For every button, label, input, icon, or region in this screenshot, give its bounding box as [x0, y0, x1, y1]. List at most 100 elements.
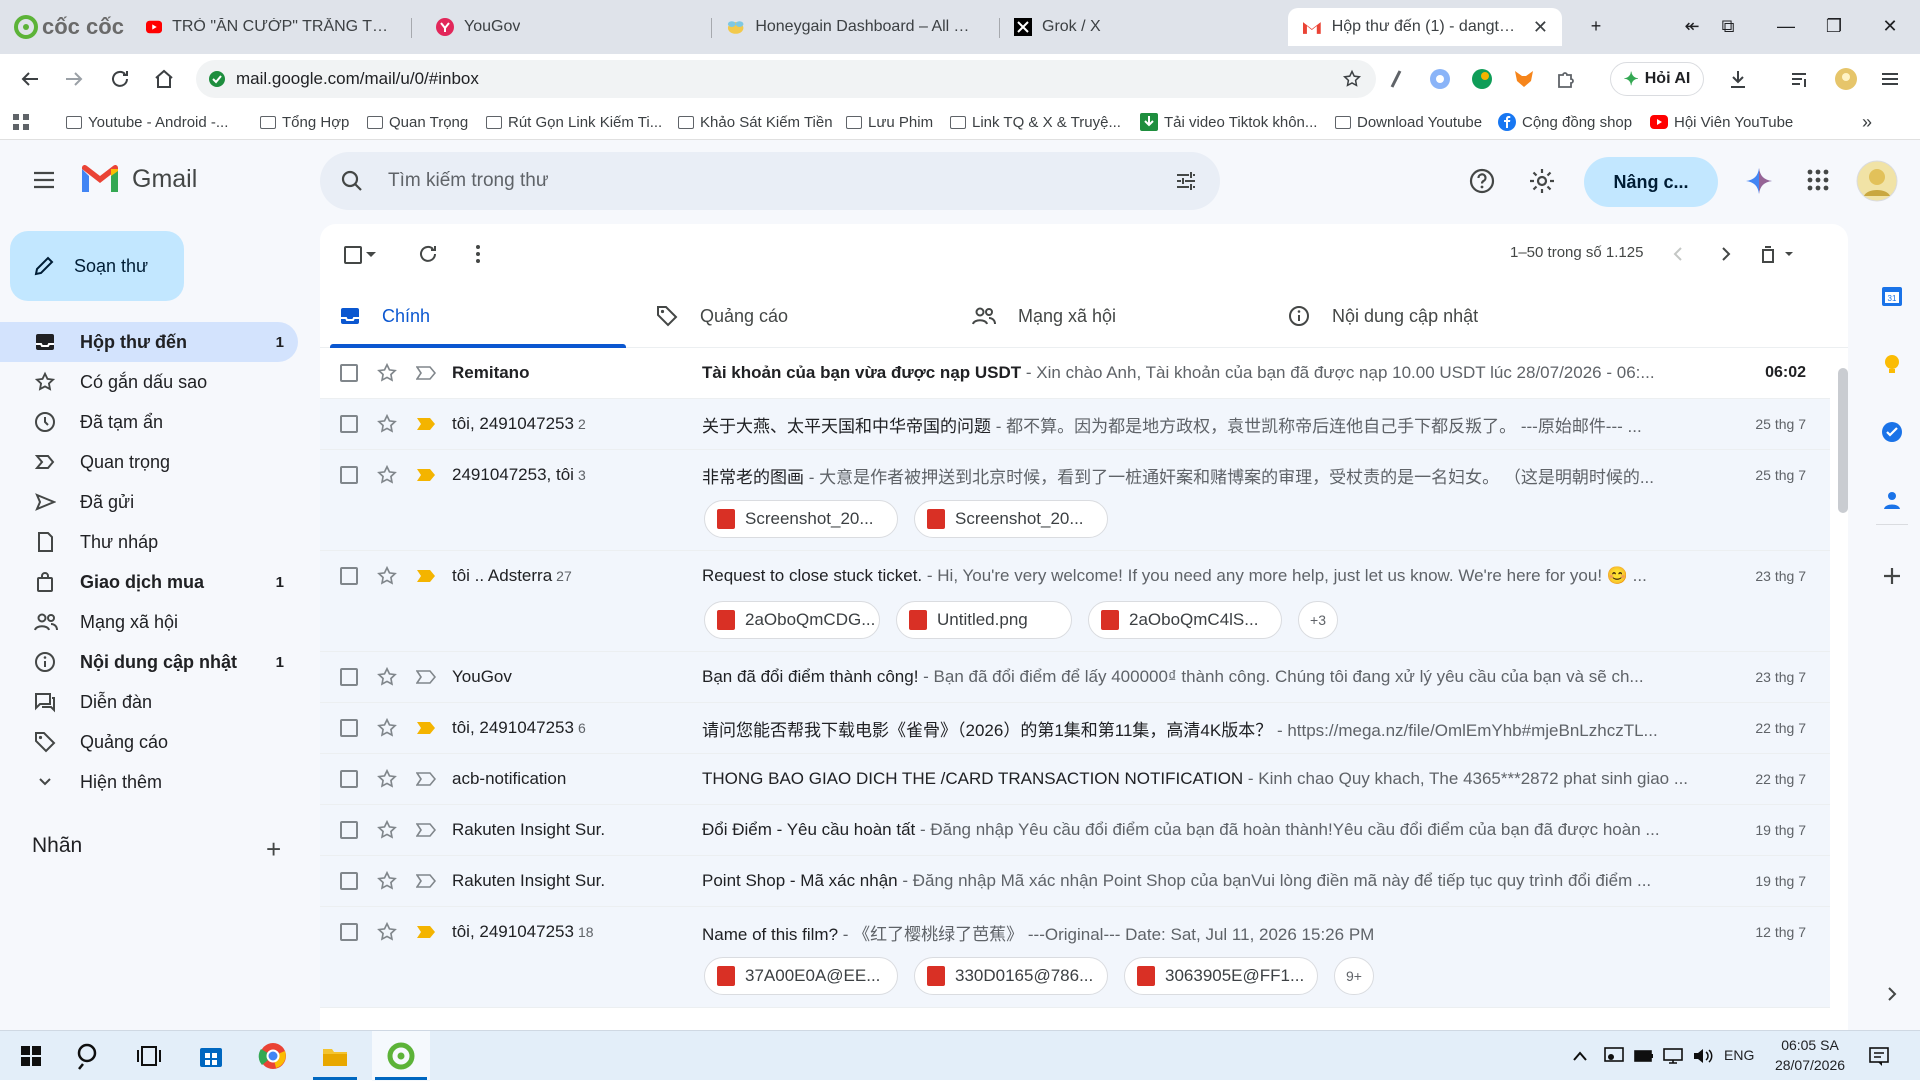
search-options-icon[interactable]	[1174, 169, 1198, 193]
nav-item[interactable]: Thư nháp	[0, 522, 298, 562]
mail-row[interactable]: tôi, 2491047253 6 请问您能否帮我下载电影《雀骨》（2026）的第1…	[320, 703, 1830, 754]
important-marker-icon[interactable]	[416, 873, 436, 889]
tab-promotions[interactable]: Quảng cáo	[636, 284, 952, 348]
address-bar[interactable]: mail.google.com/mail/u/0/#inbox	[196, 60, 1376, 98]
file-explorer-icon[interactable]	[318, 1039, 352, 1073]
tasks-icon[interactable]	[1880, 420, 1904, 444]
important-marker-icon[interactable]	[416, 467, 436, 483]
row-checkbox[interactable]	[340, 770, 358, 788]
important-marker-icon[interactable]	[416, 924, 436, 940]
attachment-chip[interactable]: 330D0165@786...	[914, 957, 1108, 995]
star-toggle-icon[interactable]	[376, 666, 398, 688]
browser-tab-yougov[interactable]: YouGov	[422, 8, 702, 46]
reading-list-icon[interactable]	[1788, 67, 1812, 91]
mail-row[interactable]: Remitano Tài khoản của bạn vừa được nạp U…	[320, 348, 1830, 399]
input-language[interactable]: ENG	[1724, 1047, 1754, 1063]
nav-item[interactable]: Giao dịch mua 1	[0, 562, 298, 602]
secure-site-icon[interactable]	[208, 70, 226, 88]
keep-icon[interactable]	[1880, 352, 1904, 376]
notifications-icon[interactable]	[1868, 1045, 1890, 1067]
browser-menu-icon[interactable]	[1878, 67, 1902, 91]
select-all-checkbox[interactable]	[344, 246, 362, 264]
row-checkbox[interactable]	[340, 872, 358, 890]
apps-grid-icon[interactable]	[12, 113, 30, 131]
row-checkbox[interactable]	[340, 923, 358, 941]
attachment-chip[interactable]: Screenshot_20...	[704, 500, 898, 538]
bookmark-folder[interactable]: Tổng Hợp	[260, 110, 349, 134]
extensions-puzzle-icon[interactable]	[1554, 67, 1578, 91]
back-icon[interactable]	[18, 67, 42, 91]
new-tab-icon[interactable]: +	[1584, 14, 1608, 38]
help-icon[interactable]	[1468, 167, 1496, 195]
nav-item[interactable]: Đã tạm ẩn	[0, 402, 298, 442]
nav-item[interactable]: Đã gửi	[0, 482, 298, 522]
refresh-icon[interactable]	[416, 242, 440, 266]
contacts-icon[interactable]	[1880, 488, 1904, 512]
important-marker-icon[interactable]	[416, 669, 436, 685]
bookmark-folder[interactable]: Khảo Sát Kiếm Tiền	[678, 110, 833, 134]
gemini-icon[interactable]	[1744, 166, 1774, 196]
nav-item[interactable]: Hiện thêm	[0, 762, 298, 802]
search-input[interactable]: Tìm kiếm trong thư	[320, 152, 1220, 210]
more-bookmarks-icon[interactable]: »	[1862, 110, 1872, 134]
browser-tab-honeygain[interactable]: Honeygain Dashboard – All Your	[712, 8, 992, 46]
star-toggle-icon[interactable]	[376, 819, 398, 841]
mail-row[interactable]: Rakuten Insight Sur. Đổi Điểm - Yêu cầu h…	[320, 805, 1830, 856]
home-icon[interactable]	[152, 67, 176, 91]
coccoc-taskbar-icon[interactable]	[384, 1039, 418, 1073]
star-toggle-icon[interactable]	[376, 870, 398, 892]
nav-item[interactable]: Nội dung cập nhật 1	[0, 642, 298, 682]
download-icon[interactable]	[1726, 67, 1750, 91]
expand-panel-icon[interactable]	[1880, 982, 1904, 1006]
chrome-icon[interactable]	[256, 1039, 290, 1073]
select-dropdown-icon[interactable]	[364, 242, 378, 266]
important-marker-icon[interactable]	[416, 771, 436, 787]
more-attachments-badge[interactable]: +3	[1298, 601, 1338, 639]
minimize-icon[interactable]: —	[1774, 14, 1798, 38]
mail-row[interactable]: tôi .. Adsterra 27 Request to close stuck …	[320, 551, 1830, 652]
network-icon[interactable]	[1662, 1047, 1684, 1065]
mail-row[interactable]: YouGov Bạn đã đổi điểm thành công! - Bạn …	[320, 652, 1830, 703]
nav-item[interactable]: Hộp thư đến 1	[0, 322, 298, 362]
row-checkbox[interactable]	[340, 567, 358, 585]
upgrade-button[interactable]: Nâng c...	[1584, 157, 1718, 207]
star-toggle-icon[interactable]	[376, 362, 398, 384]
browser-tab-grok[interactable]: Grok / X	[1000, 8, 1280, 46]
compose-button[interactable]: Soạn thư	[10, 231, 184, 301]
next-page-icon[interactable]	[1714, 242, 1738, 266]
screenshot-icon[interactable]: ⧉	[1716, 14, 1740, 38]
add-addon-icon[interactable]	[1880, 564, 1904, 588]
calendar-icon[interactable]: 31	[1880, 284, 1904, 308]
add-label-icon[interactable]: +	[266, 834, 281, 865]
important-marker-icon[interactable]	[416, 822, 436, 838]
windows-start-icon[interactable]	[14, 1039, 48, 1073]
row-checkbox[interactable]	[340, 415, 358, 433]
nav-item[interactable]: Quan trọng	[0, 442, 298, 482]
reload-icon[interactable]	[108, 67, 132, 91]
more-attachments-badge[interactable]: 9+	[1334, 957, 1374, 995]
star-toggle-icon[interactable]	[376, 413, 398, 435]
bookmark-folder[interactable]: Link TQ & X & Truyệ...	[950, 110, 1121, 134]
attachment-chip[interactable]: 3063905E@FF1...	[1124, 957, 1318, 995]
attachment-chip[interactable]: Untitled.png	[896, 601, 1072, 639]
browser-tab-youtube[interactable]: TRÒ "ĂN CƯỚP" TRẮNG TRỢN C	[132, 8, 412, 46]
extension-globe-icon[interactable]	[1470, 67, 1494, 91]
bookmark-star-icon[interactable]	[1342, 69, 1362, 89]
browser-tab-gmail[interactable]: Hộp thư đến (1) - dangtuan ✕	[1288, 8, 1562, 46]
bookmark-link[interactable]: Tải video Tiktok khôn...	[1140, 110, 1317, 134]
bookmark-folder[interactable]: Rút Gọn Link Kiếm Ti...	[486, 110, 662, 134]
search-taskbar-icon[interactable]	[72, 1039, 106, 1073]
prev-page-icon[interactable]	[1666, 242, 1690, 266]
star-toggle-icon[interactable]	[376, 717, 398, 739]
important-marker-icon[interactable]	[416, 365, 436, 381]
important-marker-icon[interactable]	[416, 416, 436, 432]
attachment-chip[interactable]: Screenshot_20...	[914, 500, 1108, 538]
nav-item[interactable]: Diễn đàn	[0, 682, 298, 722]
row-checkbox[interactable]	[340, 821, 358, 839]
taskbar-clock[interactable]: 06:05 SA 28/07/2026	[1768, 1035, 1852, 1075]
extension-pen-icon[interactable]	[1384, 67, 1408, 91]
close-window-icon[interactable]: ✕	[1878, 14, 1902, 38]
important-marker-icon[interactable]	[416, 720, 436, 736]
tab-social[interactable]: Mạng xã hội	[952, 284, 1268, 348]
nav-item[interactable]: Mạng xã hội	[0, 602, 298, 642]
